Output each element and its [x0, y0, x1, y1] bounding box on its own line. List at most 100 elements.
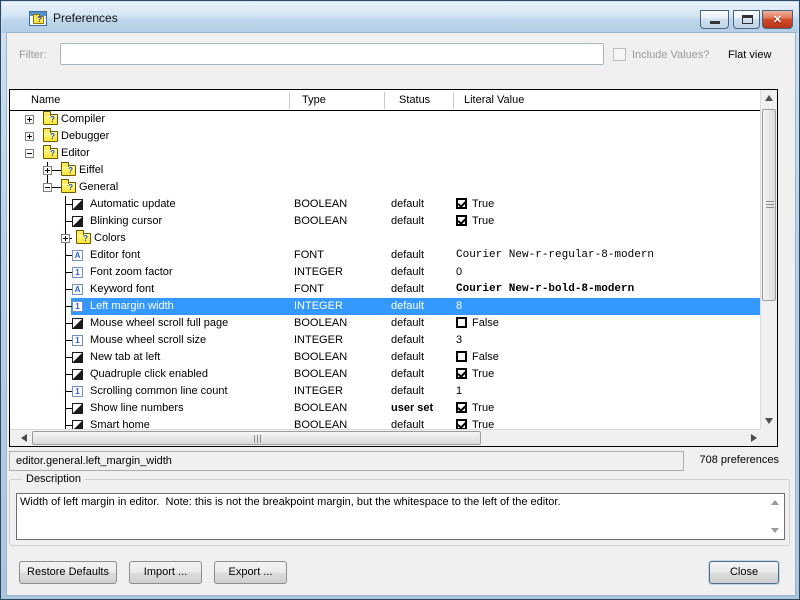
minimize-button[interactable]	[700, 10, 729, 29]
table-row[interactable]: Show line numbers BOOLEAN user set True	[10, 400, 760, 417]
folder-icon	[61, 165, 76, 176]
tree-expander[interactable]	[43, 183, 52, 192]
integer-pref-icon: 1	[72, 335, 83, 346]
table-row[interactable]: Smart home BOOLEAN default True	[10, 417, 760, 429]
selected-preference-path-box: editor.general.left_margin_width	[9, 451, 684, 471]
filter-input[interactable]	[60, 43, 604, 65]
pref-status: default	[391, 247, 424, 264]
export-button[interactable]: Export ...	[214, 561, 287, 584]
font-pref-icon: A	[72, 284, 83, 295]
table-row[interactable]: Colors	[10, 230, 760, 247]
value-checkbox[interactable]	[456, 215, 467, 226]
boolean-pref-icon	[72, 199, 83, 210]
pref-value: 0	[456, 264, 462, 281]
table-row[interactable]: Mouse wheel scroll size INTEGER default …	[10, 332, 760, 349]
pref-value: 3	[456, 332, 462, 349]
include-values-checkbox[interactable]	[613, 48, 626, 61]
description-box[interactable]: Width of left margin in editor. Note: th…	[16, 493, 785, 540]
vertical-scrollbar[interactable]	[760, 90, 777, 429]
flat-view-toggle[interactable]: Flat view	[728, 49, 771, 61]
pref-type: BOOLEAN	[294, 213, 347, 230]
tree-expander[interactable]	[25, 132, 34, 141]
maximize-button[interactable]	[733, 10, 760, 29]
column-header-type[interactable]: Type	[302, 94, 326, 106]
scroll-down-icon[interactable]	[765, 418, 773, 424]
integer-pref-icon: 1	[72, 301, 83, 312]
pref-value: True	[456, 400, 494, 417]
tree-expander[interactable]	[25, 149, 34, 158]
vertical-scrollbar-thumb[interactable]	[762, 109, 776, 301]
pref-value: Courier New-r-regular-8-modern	[456, 247, 654, 264]
minimize-icon	[710, 21, 720, 24]
import-button[interactable]: Import ...	[129, 561, 202, 584]
column-separator[interactable]	[384, 92, 385, 109]
scroll-up-icon[interactable]	[765, 95, 773, 101]
pref-type: INTEGER	[294, 264, 343, 281]
column-separator[interactable]	[289, 92, 290, 109]
expander-bar	[27, 153, 32, 154]
horizontal-scrollbar-thumb[interactable]	[32, 431, 481, 445]
value-checkbox[interactable]	[456, 402, 467, 413]
pref-value: True	[456, 213, 494, 230]
column-header-name[interactable]: Name	[31, 94, 60, 106]
value-checkbox[interactable]	[456, 419, 467, 429]
boolean-pref-icon	[72, 403, 83, 414]
table-row[interactable]: Keyword font FONT default Courier New-r-…	[10, 281, 760, 298]
horizontal-scrollbar[interactable]	[10, 429, 760, 446]
pref-type: BOOLEAN	[294, 400, 347, 417]
table-row[interactable]: Debugger	[10, 128, 760, 145]
pref-name: Automatic update	[90, 196, 176, 213]
table-row[interactable]: Blinking cursor BOOLEAN default True	[10, 213, 760, 230]
value-checkbox[interactable]	[456, 317, 467, 328]
value-checkbox-label: True	[472, 402, 494, 414]
integer-pref-icon: 1	[72, 267, 83, 278]
close-button[interactable]: Close	[709, 561, 779, 584]
tree-expander[interactable]	[43, 166, 52, 175]
table-row[interactable]: New tab at left BOOLEAN default False	[10, 349, 760, 366]
grid-rows-viewport: Compiler Debugger Editor Eiffel General …	[10, 111, 760, 429]
table-row[interactable]: Editor	[10, 145, 760, 162]
scroll-right-icon[interactable]	[751, 434, 757, 442]
table-row[interactable]: Font zoom factor INTEGER default 0 1	[10, 264, 760, 281]
description-scroll-down-icon[interactable]	[771, 528, 779, 533]
integer-pref-icon: 1	[72, 386, 83, 397]
pref-status: default	[391, 349, 424, 366]
pref-status: default	[391, 213, 424, 230]
titlebar[interactable]: Preferences ✕	[2, 2, 798, 33]
pref-type: BOOLEAN	[294, 417, 347, 429]
value-checkbox-label: True	[472, 198, 494, 210]
column-header-status[interactable]: Status	[399, 94, 430, 106]
table-row[interactable]: Automatic update BOOLEAN default True	[10, 196, 760, 213]
pref-name: Mouse wheel scroll full page	[90, 315, 228, 332]
table-row[interactable]: Compiler	[10, 111, 760, 128]
tree-line	[65, 374, 72, 375]
value-checkbox[interactable]	[456, 351, 467, 362]
pref-type: BOOLEAN	[294, 196, 347, 213]
window-title: Preferences	[53, 11, 118, 25]
tree-line	[65, 340, 72, 341]
table-row[interactable]: Quadruple click enabled BOOLEAN default …	[10, 366, 760, 383]
expander-bar	[65, 236, 66, 241]
table-row[interactable]: Scrolling common line count INTEGER defa…	[10, 383, 760, 400]
value-checkbox[interactable]	[456, 368, 467, 379]
scrollbar-corner	[760, 429, 777, 446]
restore-defaults-button[interactable]: Restore Defaults	[19, 561, 117, 584]
column-separator[interactable]	[453, 92, 454, 109]
table-row[interactable]: Eiffel	[10, 162, 760, 179]
tree-expander[interactable]	[61, 234, 70, 243]
table-row[interactable]: Mouse wheel scroll full page BOOLEAN def…	[10, 315, 760, 332]
folder-icon	[43, 131, 58, 142]
boolean-pref-icon	[72, 352, 83, 363]
table-row[interactable]: Editor font FONT default Courier New-r-r…	[10, 247, 760, 264]
column-header-literal-value[interactable]: Literal Value	[464, 94, 524, 106]
close-window-button[interactable]: ✕	[762, 10, 793, 29]
value-checkbox[interactable]	[456, 198, 467, 209]
table-row[interactable]: General	[10, 179, 760, 196]
description-scroll-up-icon[interactable]	[771, 500, 779, 505]
scroll-left-icon[interactable]	[21, 434, 27, 442]
tree-line	[65, 417, 66, 429]
pref-type: BOOLEAN	[294, 349, 347, 366]
tree-expander[interactable]	[25, 115, 34, 124]
filter-label: Filter:	[19, 49, 47, 61]
table-row[interactable]: Left margin width INTEGER default 8 1	[10, 298, 760, 315]
